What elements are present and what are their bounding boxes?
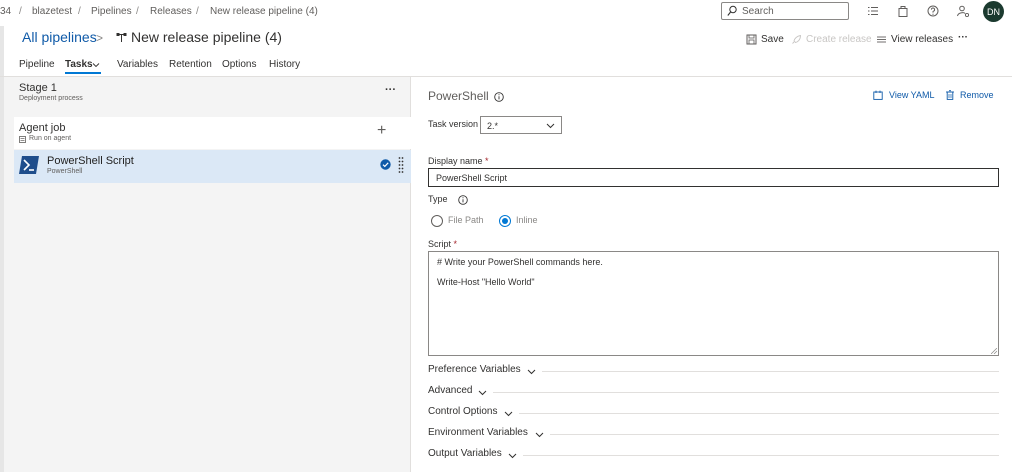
breadcrumb-separator: / <box>19 6 22 17</box>
chevron-down-icon <box>527 369 536 375</box>
list-icon <box>877 36 886 43</box>
search-icon <box>727 5 737 16</box>
radio-file-path-label: File Path <box>448 215 484 225</box>
tab-pipeline[interactable]: Pipeline <box>19 59 55 70</box>
section-control-options[interactable]: Control Options <box>428 406 999 420</box>
display-name-value: PowerShell Script <box>436 173 508 183</box>
breadcrumb-separator: / <box>196 6 199 17</box>
display-name-label: Display name * <box>428 156 489 166</box>
script-line: Write-Host "Hello World" <box>437 277 535 287</box>
user-settings-icon[interactable] <box>956 4 970 18</box>
help-icon[interactable] <box>926 4 940 18</box>
divider <box>550 434 999 435</box>
task-version-value: 2.* <box>487 121 499 131</box>
breadcrumb-separator: / <box>78 6 81 17</box>
drag-handle-icon[interactable] <box>398 156 404 174</box>
radio-file-path[interactable] <box>431 215 443 227</box>
section-label: Control Options <box>428 406 498 417</box>
all-pipelines-link[interactable]: All pipelines <box>22 29 97 45</box>
breadcrumb-current[interactable]: New release pipeline (4) <box>210 6 318 17</box>
resize-handle-icon[interactable] <box>991 348 997 354</box>
tab-retention[interactable]: Retention <box>169 59 212 70</box>
section-preference-variables[interactable]: Preference Variables <box>428 364 999 378</box>
more-actions-button[interactable]: ··· <box>958 32 968 43</box>
chevron-right-icon: > <box>96 31 104 45</box>
tab-history[interactable]: History <box>269 59 300 70</box>
agent-icon <box>19 136 26 143</box>
agent-job-card[interactable] <box>14 117 411 149</box>
task-name: PowerShell Script <box>47 155 134 167</box>
chevron-down-icon <box>478 390 487 396</box>
avatar[interactable]: DN <box>983 1 1004 22</box>
save-icon[interactable] <box>746 34 757 45</box>
chevron-down-icon[interactable] <box>92 61 100 69</box>
breadcrumb-org[interactable]: 34 <box>0 6 11 17</box>
tab-tasks[interactable]: Tasks <box>65 59 93 70</box>
section-label: Preference Variables <box>428 364 521 375</box>
top-bar: 34 / blazetest / Pipelines / Releases / … <box>0 0 1012 24</box>
script-editor[interactable]: # Write your PowerShell commands here. W… <box>428 251 999 356</box>
info-icon[interactable] <box>494 92 504 102</box>
page-title: New release pipeline (4) <box>131 29 282 45</box>
section-label: Advanced <box>428 385 473 396</box>
type-label: Type <box>428 194 448 204</box>
save-button[interactable]: Save <box>761 34 784 45</box>
agent-job-subtitle: Run on agent <box>29 135 72 142</box>
script-line: # Write your PowerShell commands here. <box>437 257 603 267</box>
divider <box>542 371 999 372</box>
info-icon[interactable] <box>458 195 468 205</box>
view-yaml-icon[interactable] <box>873 90 883 100</box>
divider <box>493 392 999 393</box>
tab-options[interactable]: Options <box>222 59 256 70</box>
search-placeholder: Search <box>742 6 774 17</box>
task-version-select[interactable]: 2.* <box>480 116 562 134</box>
radio-inline[interactable] <box>499 215 511 227</box>
add-task-button[interactable]: + <box>377 123 386 139</box>
chevron-down-icon <box>508 453 517 459</box>
active-tab-indicator <box>65 72 101 74</box>
view-releases-button[interactable]: View releases <box>891 34 953 45</box>
stage-more-button[interactable]: ··· <box>385 84 396 96</box>
display-name-field[interactable]: PowerShell Script <box>428 168 999 187</box>
rocket-icon <box>792 34 801 44</box>
task-subtitle: PowerShell <box>47 168 83 175</box>
tab-variables[interactable]: Variables <box>117 59 158 70</box>
script-label: Script * <box>428 239 458 249</box>
breadcrumb-pipelines[interactable]: Pipelines <box>91 6 132 17</box>
list-icon[interactable] <box>866 4 880 18</box>
release-pipeline-icon <box>116 33 127 42</box>
chevron-down-icon <box>546 123 555 129</box>
check-circle-icon <box>380 159 391 170</box>
trash-icon[interactable] <box>945 90 955 100</box>
section-environment-variables[interactable]: Environment Variables <box>428 427 999 441</box>
remove-task-link[interactable]: Remove <box>960 90 994 100</box>
view-yaml-link[interactable]: View YAML <box>889 90 935 100</box>
task-details-title: PowerShell <box>428 89 489 103</box>
create-release-button[interactable]: Create release <box>806 34 872 45</box>
search-box[interactable]: Search <box>721 2 849 20</box>
powershell-icon <box>19 156 39 174</box>
stage-name[interactable]: Stage 1 <box>19 82 57 94</box>
section-label: Environment Variables <box>428 427 528 438</box>
chevron-down-icon <box>535 432 544 438</box>
chevron-down-icon <box>504 411 513 417</box>
breadcrumb-project[interactable]: blazetest <box>32 6 72 17</box>
bag-icon[interactable] <box>896 4 910 18</box>
stage-subtitle: Deployment process <box>19 95 83 102</box>
divider <box>519 413 999 414</box>
breadcrumb-separator: / <box>136 6 139 17</box>
divider <box>523 455 999 456</box>
agent-job-name: Agent job <box>19 122 66 134</box>
radio-inline-label: Inline <box>516 215 538 225</box>
task-version-label: Task version <box>428 119 479 129</box>
section-advanced[interactable]: Advanced <box>428 385 999 399</box>
section-label: Output Variables <box>428 448 502 459</box>
breadcrumb-releases[interactable]: Releases <box>150 6 192 17</box>
section-output-variables[interactable]: Output Variables <box>428 448 999 462</box>
